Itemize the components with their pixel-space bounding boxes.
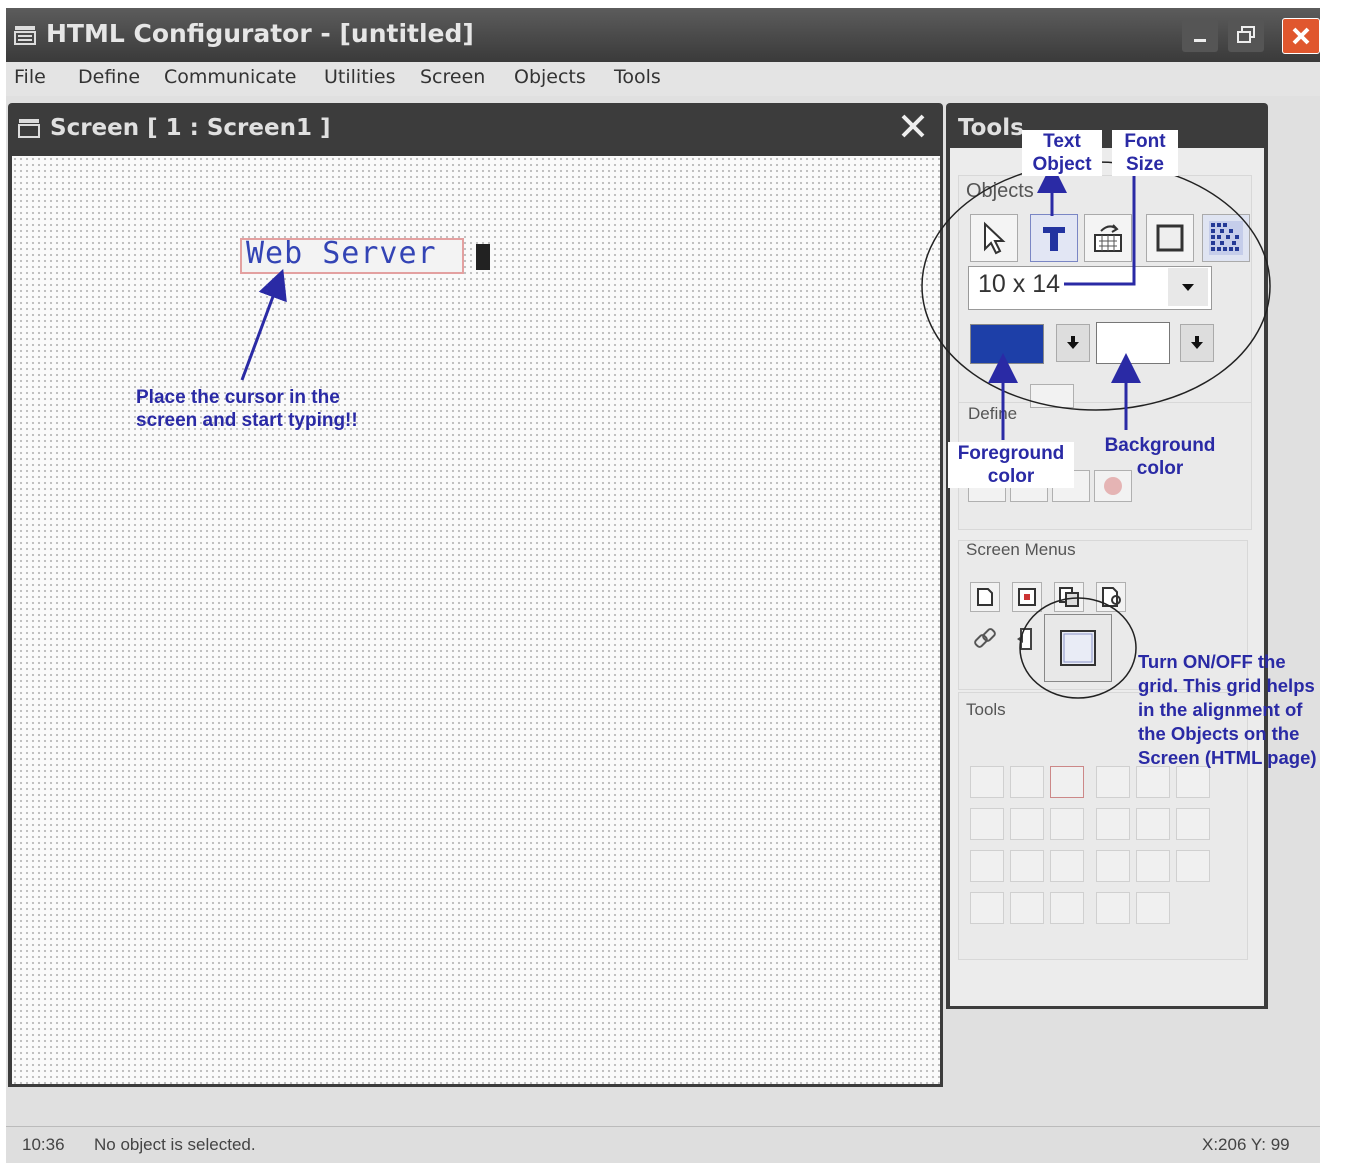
cursor-hint-arrow: [240, 268, 287, 381]
annotation-line: Turn ON/OFF the: [1138, 651, 1286, 672]
grid-callout-ellipse: [1019, 597, 1137, 699]
annotation-line: color: [1136, 458, 1184, 479]
font-size-annotation: Font Size: [1112, 130, 1178, 176]
foreground-annotation: Foreground color: [948, 442, 1074, 488]
annotation-line: Place the cursor in the: [136, 387, 340, 408]
annotation-line: in the alignment of: [1138, 699, 1303, 720]
annotation-line: screen and start typing!!: [136, 410, 358, 431]
annotation-line: Font: [1124, 131, 1166, 152]
font-size-arrow: [1064, 176, 1136, 286]
text-object-annotation: Text Object: [1022, 130, 1102, 176]
background-annotation: Background color: [1092, 434, 1228, 480]
annotation-line: Background: [1104, 435, 1216, 456]
annotation-line: Foreground: [957, 443, 1065, 464]
objects-callout-ellipse: [921, 161, 1271, 411]
annotation-line: Size: [1125, 154, 1165, 175]
annotation-line: color: [987, 466, 1035, 487]
annotation-line: Text: [1043, 131, 1081, 152]
annotation-line: Screen (HTML page): [1138, 747, 1317, 768]
annotation-line: grid. This grid helps: [1138, 675, 1315, 696]
grid-hint-annotation: Turn ON/OFF the grid. This grid helps in…: [1138, 650, 1317, 770]
annotation-line: the Objects on the: [1138, 723, 1300, 744]
cursor-hint-annotation: Place the cursor in the screen and start…: [136, 386, 358, 432]
annotation-line: Object: [1032, 154, 1092, 175]
